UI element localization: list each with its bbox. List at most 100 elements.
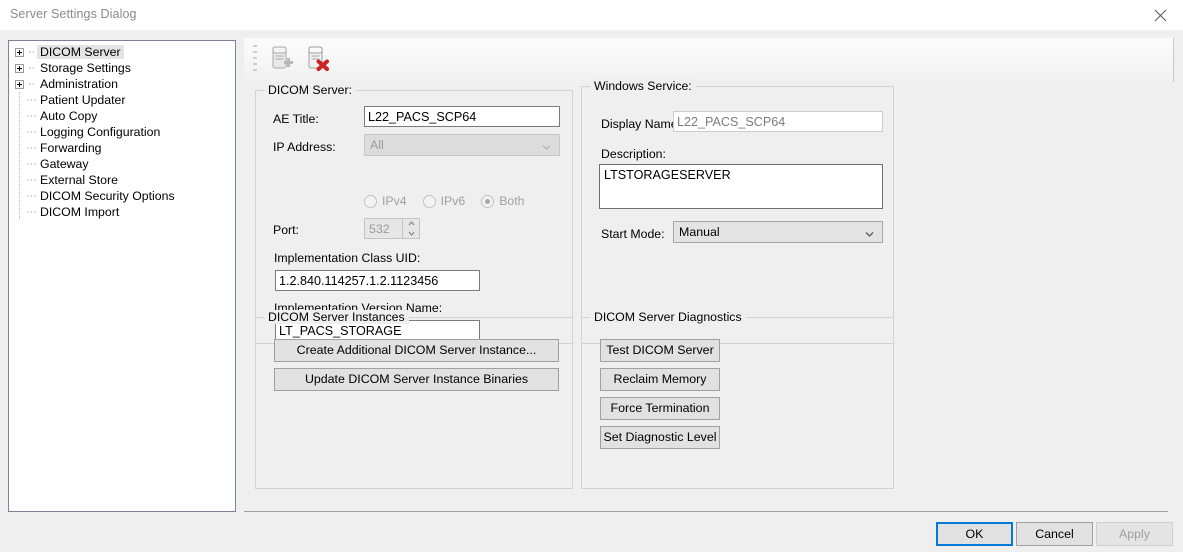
tree-connector-dash: ··· — [26, 173, 37, 186]
port-increment-button[interactable] — [403, 219, 419, 229]
toolbar — [244, 38, 1174, 82]
ae-title-label: AE Title: — [273, 112, 319, 126]
tree-connector-dash: ··· — [26, 157, 37, 170]
tree-connector — [19, 124, 20, 140]
dicom-server-group: DICOM Server: AE Title: IP Address: All … — [255, 83, 573, 344]
delete-server-icon — [303, 43, 333, 78]
close-button[interactable] — [1137, 0, 1183, 30]
tree-connector-dash: ··· — [26, 205, 37, 218]
close-icon — [1154, 9, 1167, 22]
dicom-server-diagnostics-group: DICOM Server Diagnostics Test DICOM Serv… — [581, 310, 894, 489]
sidebar-item-administration[interactable]: ·· Administration — [9, 76, 235, 92]
radio-label: IPv6 — [440, 194, 466, 208]
ip-address-value: All — [370, 138, 384, 152]
sidebar-item-patient-updater[interactable]: ··· Patient Updater — [9, 92, 235, 108]
tree-connector: ·· — [27, 77, 36, 90]
sidebar-item-label: Gateway — [40, 157, 89, 171]
sidebar-item-label: Patient Updater — [40, 93, 126, 107]
tree-connector-dash: ··· — [26, 189, 37, 202]
create-additional-instance-button[interactable]: Create Additional DICOM Server Instance.… — [274, 339, 559, 362]
tree-connector: ·· — [27, 61, 36, 74]
radio-both[interactable]: Both — [481, 194, 525, 208]
chevron-down-icon — [542, 141, 551, 150]
start-mode-label: Start Mode: — [601, 227, 665, 241]
sidebar-item-auto-copy[interactable]: ··· Auto Copy — [9, 108, 235, 124]
tree-connector — [19, 156, 20, 172]
server-settings-dialog: Server Settings Dialog ·· DICOM Server ·· S… — [0, 0, 1183, 552]
radio-indicator — [481, 194, 495, 208]
footer-separator — [244, 511, 1168, 512]
window-title: Server Settings Dialog — [10, 7, 137, 21]
sidebar-item-label: DICOM Security Options — [40, 189, 175, 203]
start-mode-value: Manual — [679, 225, 720, 239]
force-termination-button[interactable]: Force Termination — [600, 397, 720, 420]
port-value: 532 — [369, 221, 390, 236]
content-pane: DICOM Server: AE Title: IP Address: All … — [244, 32, 1183, 510]
sidebar-item-gateway[interactable]: ··· Gateway — [9, 156, 235, 172]
ip-version-radio-group: IPv4 IPv6 Both — [364, 194, 541, 208]
port-label: Port: — [273, 223, 299, 237]
cancel-button[interactable]: Cancel — [1016, 522, 1093, 546]
expand-icon[interactable] — [15, 47, 24, 57]
impl-class-uid-label: Implementation Class UID: — [274, 251, 421, 265]
sidebar-item-dicom-import[interactable]: ··· DICOM Import — [9, 204, 235, 220]
tree-connector — [19, 204, 20, 220]
sidebar-item-label: DICOM Server — [37, 45, 124, 59]
display-name-label: Display Name: — [601, 117, 681, 131]
update-instance-binaries-button[interactable]: Update DICOM Server Instance Binaries — [274, 368, 559, 391]
dicom-server-instances-group: DICOM Server Instances Create Additional… — [255, 310, 573, 489]
tree-connector — [19, 92, 20, 108]
add-server-button[interactable] — [264, 42, 300, 78]
settings-tree-panel[interactable]: ·· DICOM Server ·· Storage Settings ·· Admini… — [8, 40, 236, 512]
ip-address-select[interactable]: All — [364, 134, 560, 156]
port-stepper-buttons[interactable] — [402, 219, 419, 238]
radio-indicator — [364, 194, 377, 208]
sidebar-item-storage-settings[interactable]: ·· Storage Settings — [9, 60, 235, 76]
radio-ipv6[interactable]: IPv6 — [422, 194, 466, 208]
toolbar-grip[interactable] — [253, 45, 257, 75]
ok-button[interactable]: OK — [936, 522, 1013, 546]
tree-connector — [19, 172, 20, 188]
set-diagnostic-level-button[interactable]: Set Diagnostic Level — [600, 426, 720, 449]
sidebar-item-label: DICOM Import — [40, 205, 120, 219]
windows-service-group: Windows Service: Display Name: Descripti… — [581, 79, 894, 344]
description-label: Description: — [601, 147, 666, 161]
diagnostics-group-title: DICOM Server Diagnostics — [590, 310, 746, 324]
radio-indicator — [422, 194, 436, 208]
expand-icon[interactable] — [15, 63, 24, 73]
radio-label: Both — [499, 194, 525, 208]
tree-connector-dash: ··· — [26, 93, 37, 106]
sidebar-item-dicom-security-options[interactable]: ··· DICOM Security Options — [9, 188, 235, 204]
windows-service-group-title: Windows Service: — [590, 79, 696, 93]
ae-title-input[interactable] — [364, 106, 560, 127]
instances-group-title: DICOM Server Instances — [264, 310, 409, 324]
port-decrement-button[interactable] — [403, 229, 419, 239]
tree-connector: ·· — [27, 45, 36, 58]
chevron-down-icon — [865, 228, 874, 237]
test-dicom-server-button[interactable]: Test DICOM Server — [600, 339, 720, 362]
title-bar: Server Settings Dialog — [0, 0, 1183, 30]
description-textarea[interactable] — [599, 164, 883, 209]
sidebar-item-label: Storage Settings — [40, 61, 131, 75]
start-mode-select[interactable]: Manual — [673, 221, 883, 243]
sidebar-item-logging-configuration[interactable]: ··· Logging Configuration — [9, 124, 235, 140]
tree-connector — [19, 188, 20, 204]
radio-ipv4[interactable]: IPv4 — [364, 194, 407, 208]
sidebar-item-label: Auto Copy — [40, 109, 98, 123]
sidebar-item-external-store[interactable]: ··· External Store — [9, 172, 235, 188]
dicom-server-group-title: DICOM Server: — [264, 83, 357, 97]
port-stepper[interactable]: 532 — [364, 218, 420, 239]
sidebar-item-label: External Store — [40, 173, 118, 187]
expand-icon[interactable] — [15, 79, 24, 89]
reclaim-memory-button[interactable]: Reclaim Memory — [600, 368, 720, 391]
sidebar-item-forwarding[interactable]: ··· Forwarding — [9, 140, 235, 156]
tree-connector-dash: ··· — [26, 109, 37, 122]
apply-button: Apply — [1096, 522, 1173, 546]
sidebar-item-dicom-server[interactable]: ·· DICOM Server — [9, 44, 235, 60]
impl-class-uid-input[interactable] — [275, 270, 480, 291]
radio-label: IPv4 — [382, 194, 407, 208]
settings-tree-list: ·· DICOM Server ·· Storage Settings ·· Admini… — [9, 41, 235, 220]
display-name-field — [673, 111, 883, 132]
delete-server-button[interactable] — [300, 42, 336, 78]
sidebar-item-label: Administration — [40, 77, 118, 91]
